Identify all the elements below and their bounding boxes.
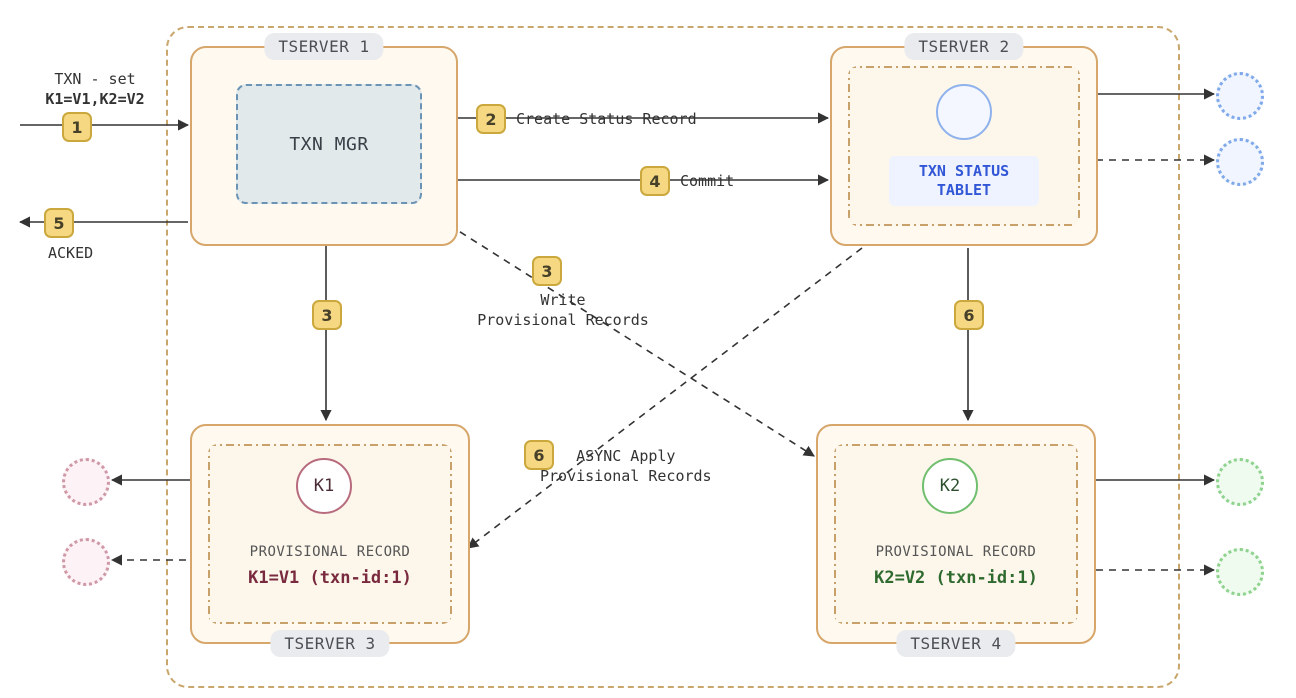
ts3-prov-head: PROVISIONAL RECORD xyxy=(208,544,452,560)
replica-blue-2-icon xyxy=(1216,138,1264,186)
label-async-apply: ASYNC Apply Provisional Records xyxy=(540,446,800,487)
step-badge-2: 2 xyxy=(476,104,506,134)
replica-red-1-icon xyxy=(62,458,110,506)
diagram-canvas: TXN - set K1=V1,K2=V2 1 2 4 5 3 3 6 6 Cr… xyxy=(0,0,1296,698)
label-create-status: Create Status Record xyxy=(516,110,697,128)
tserver-1: TSERVER 1 TXN MGR xyxy=(190,46,458,246)
label-async-l1: ASYNC Apply xyxy=(576,447,675,465)
step-num: 2 xyxy=(485,110,496,129)
k1-circle-icon: K1 xyxy=(296,458,352,514)
k1-label: K1 xyxy=(314,476,334,496)
step-badge-3a: 3 xyxy=(312,300,342,330)
tserver-2-title: TSERVER 2 xyxy=(904,33,1023,60)
step-badge-6a: 6 xyxy=(954,300,984,330)
replica-blue-1-icon xyxy=(1216,72,1264,120)
tserver-3-title: TSERVER 3 xyxy=(270,630,389,657)
label-write-prov-l2: Provisional Records xyxy=(477,311,649,329)
step-num: 3 xyxy=(541,262,552,281)
ts3-prov-val: K1=V1 (txn-id:1) xyxy=(208,568,452,588)
tserver-4: TSERVER 4 K2 PROVISIONAL RECORD K2=V2 (t… xyxy=(816,424,1096,644)
ts4-prov-val: K2=V2 (txn-id:1) xyxy=(834,568,1078,588)
tserver-4-inner: K2 PROVISIONAL RECORD K2=V2 (txn-id:1) xyxy=(834,444,1078,624)
tserver-4-title: TSERVER 4 xyxy=(896,630,1015,657)
txn-status-tablet-label: TXN STATUS TABLET xyxy=(889,156,1039,206)
tserver-3-inner: K1 PROVISIONAL RECORD K1=V1 (txn-id:1) xyxy=(208,444,452,624)
k2-label: K2 xyxy=(940,476,960,496)
txn-input-line1: TXN - set xyxy=(54,70,135,88)
tserver-1-title: TSERVER 1 xyxy=(264,33,383,60)
step-badge-3b: 3 xyxy=(532,256,562,286)
txn-mgr-box: TXN MGR xyxy=(236,84,422,204)
tserver-2: TSERVER 2 TXN STATUS TABLET xyxy=(830,46,1098,246)
txn-status-circle-icon xyxy=(936,84,992,140)
step-num: 1 xyxy=(71,118,82,137)
tserver-2-inner: TXN STATUS TABLET xyxy=(848,66,1080,226)
step-num: 6 xyxy=(963,306,974,325)
k2-circle-icon: K2 xyxy=(922,458,978,514)
ts4-prov-head: PROVISIONAL RECORD xyxy=(834,544,1078,560)
txn-input-line2: K1=V1,K2=V2 xyxy=(45,90,144,108)
label-commit: Commit xyxy=(680,172,734,190)
step-num: 4 xyxy=(649,172,660,191)
label-async-l2: Provisional Records xyxy=(540,467,712,485)
step-num: 5 xyxy=(53,214,64,233)
replica-red-2-icon xyxy=(62,538,110,586)
label-write-prov: Write Provisional Records xyxy=(448,290,678,331)
tserver-3: TSERVER 3 K1 PROVISIONAL RECORD K1=V1 (t… xyxy=(190,424,470,644)
replica-green-2-icon xyxy=(1216,548,1264,596)
step-num: 3 xyxy=(321,306,332,325)
txn-input-label: TXN - set K1=V1,K2=V2 xyxy=(30,70,160,109)
label-write-prov-l1: Write xyxy=(540,291,585,309)
step-badge-1: 1 xyxy=(62,112,92,142)
label-acked: ACKED xyxy=(48,244,93,262)
step-badge-4: 4 xyxy=(640,166,670,196)
step-badge-5: 5 xyxy=(44,208,74,238)
replica-green-1-icon xyxy=(1216,458,1264,506)
txn-mgr-label: TXN MGR xyxy=(289,134,368,155)
